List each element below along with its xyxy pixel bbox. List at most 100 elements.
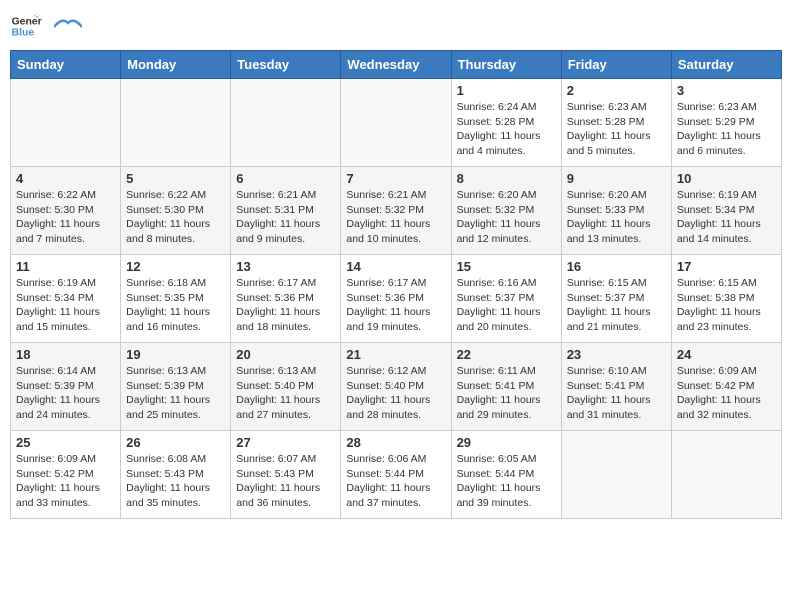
calendar-cell: 7Sunrise: 6:21 AM Sunset: 5:32 PM Daylig… — [341, 167, 451, 255]
calendar-cell: 2 Sunrise: 6:23 AM Sunset: 5:28 PM Daylig… — [561, 79, 671, 167]
day-number: 22 — [457, 347, 556, 362]
day-info: Sunrise: 6:23 AM Sunset: 5:28 PM Dayligh… — [567, 100, 666, 159]
weekday-header-sunday: Sunday — [11, 51, 121, 79]
day-number: 2 — [567, 83, 666, 98]
calendar-cell: 15 Sunrise: 6:16 AM Sunset: 5:37 PM Dayli… — [451, 255, 561, 343]
day-number: 26 — [126, 435, 225, 450]
day-info: Sunrise: 6:19 AM Sunset: 5:34 PM Dayligh… — [16, 276, 115, 335]
calendar-week-5: 25Sunrise: 6:09 AM Sunset: 5:42 PM Dayli… — [11, 431, 782, 519]
day-info: Sunrise: 6:15 AM Sunset: 5:37 PM Dayligh… — [567, 276, 666, 335]
day-info: Sunrise: 6:10 AM Sunset: 5:41 PM Dayligh… — [567, 364, 666, 423]
day-number: 23 — [567, 347, 666, 362]
day-info: Sunrise: 6:17 AM Sunset: 5:36 PM Dayligh… — [236, 276, 335, 335]
calendar-cell: 16 Sunrise: 6:15 AM Sunset: 5:37 PM Dayli… — [561, 255, 671, 343]
day-number: 20 — [236, 347, 335, 362]
calendar-cell — [341, 79, 451, 167]
day-info: Sunrise: 6:22 AM Sunset: 5:30 PM Dayligh… — [126, 188, 225, 247]
day-info: Sunrise: 6:18 AM Sunset: 5:35 PM Dayligh… — [126, 276, 225, 335]
day-number: 28 — [346, 435, 445, 450]
day-info: Sunrise: 6:17 AM Sunset: 5:36 PM Dayligh… — [346, 276, 445, 335]
day-info: Sunrise: 6:11 AM Sunset: 5:41 PM Dayligh… — [457, 364, 556, 423]
day-info: Sunrise: 6:09 AM Sunset: 5:42 PM Dayligh… — [677, 364, 776, 423]
day-info: Sunrise: 6:09 AM Sunset: 5:42 PM Dayligh… — [16, 452, 115, 511]
svg-text:General: General — [12, 16, 42, 27]
calendar-cell: 11 Sunrise: 6:19 AM Sunset: 5:34 PM Dayli… — [11, 255, 121, 343]
day-number: 3 — [677, 83, 776, 98]
day-info: Sunrise: 6:07 AM Sunset: 5:43 PM Dayligh… — [236, 452, 335, 511]
page-header: General Blue — [10, 10, 782, 42]
calendar-cell — [231, 79, 341, 167]
day-number: 15 — [457, 259, 556, 274]
day-info: Sunrise: 6:20 AM Sunset: 5:32 PM Dayligh… — [457, 188, 556, 247]
calendar-cell: 23 Sunrise: 6:10 AM Sunset: 5:41 PM Dayli… — [561, 343, 671, 431]
weekday-header-monday: Monday — [121, 51, 231, 79]
calendar-week-3: 11 Sunrise: 6:19 AM Sunset: 5:34 PM Dayli… — [11, 255, 782, 343]
weekday-header-friday: Friday — [561, 51, 671, 79]
day-info: Sunrise: 6:12 AM Sunset: 5:40 PM Dayligh… — [346, 364, 445, 423]
calendar-cell — [11, 79, 121, 167]
calendar-cell: 28 Sunrise: 6:06 AM Sunset: 5:44 PM Dayli… — [341, 431, 451, 519]
day-info: Sunrise: 6:13 AM Sunset: 5:40 PM Dayligh… — [236, 364, 335, 423]
calendar-cell: 26 Sunrise: 6:08 AM Sunset: 5:43 PM Dayli… — [121, 431, 231, 519]
calendar-cell: 10 Sunrise: 6:19 AM Sunset: 5:34 PM Dayli… — [671, 167, 781, 255]
day-info: Sunrise: 6:15 AM Sunset: 5:38 PM Dayligh… — [677, 276, 776, 335]
day-number: 16 — [567, 259, 666, 274]
day-number: 7 — [346, 171, 445, 186]
day-info: Sunrise: 6:08 AM Sunset: 5:43 PM Dayligh… — [126, 452, 225, 511]
day-number: 11 — [16, 259, 115, 274]
calendar-cell: 19 Sunrise: 6:13 AM Sunset: 5:39 PM Dayli… — [121, 343, 231, 431]
weekday-header-wednesday: Wednesday — [341, 51, 451, 79]
calendar-cell: 27 Sunrise: 6:07 AM Sunset: 5:43 PM Dayli… — [231, 431, 341, 519]
calendar-cell — [121, 79, 231, 167]
day-number: 1 — [457, 83, 556, 98]
calendar-cell: 29 Sunrise: 6:05 AM Sunset: 5:44 PM Dayli… — [451, 431, 561, 519]
day-info: Sunrise: 6:19 AM Sunset: 5:34 PM Dayligh… — [677, 188, 776, 247]
day-info: Sunrise: 6:20 AM Sunset: 5:33 PM Dayligh… — [567, 188, 666, 247]
calendar-cell: 25Sunrise: 6:09 AM Sunset: 5:42 PM Dayli… — [11, 431, 121, 519]
day-info: Sunrise: 6:16 AM Sunset: 5:37 PM Dayligh… — [457, 276, 556, 335]
weekday-header-tuesday: Tuesday — [231, 51, 341, 79]
calendar-cell: 1 Sunrise: 6:24 AM Sunset: 5:28 PM Daylig… — [451, 79, 561, 167]
calendar-cell: 21 Sunrise: 6:12 AM Sunset: 5:40 PM Dayli… — [341, 343, 451, 431]
weekday-header-thursday: Thursday — [451, 51, 561, 79]
day-info: Sunrise: 6:13 AM Sunset: 5:39 PM Dayligh… — [126, 364, 225, 423]
calendar-cell: 18Sunrise: 6:14 AM Sunset: 5:39 PM Dayli… — [11, 343, 121, 431]
weekday-header-row: SundayMondayTuesdayWednesdayThursdayFrid… — [11, 51, 782, 79]
day-number: 6 — [236, 171, 335, 186]
calendar-cell: 13 Sunrise: 6:17 AM Sunset: 5:36 PM Dayli… — [231, 255, 341, 343]
day-number: 8 — [457, 171, 556, 186]
calendar-cell: 6 Sunrise: 6:21 AM Sunset: 5:31 PM Daylig… — [231, 167, 341, 255]
logo-bird-icon — [54, 17, 82, 35]
day-info: Sunrise: 6:14 AM Sunset: 5:39 PM Dayligh… — [16, 364, 115, 423]
calendar-cell — [561, 431, 671, 519]
calendar-cell: 22 Sunrise: 6:11 AM Sunset: 5:41 PM Dayli… — [451, 343, 561, 431]
logo-icon: General Blue — [10, 10, 42, 42]
day-number: 29 — [457, 435, 556, 450]
calendar-cell: 20 Sunrise: 6:13 AM Sunset: 5:40 PM Dayli… — [231, 343, 341, 431]
day-number: 21 — [346, 347, 445, 362]
calendar-week-4: 18Sunrise: 6:14 AM Sunset: 5:39 PM Dayli… — [11, 343, 782, 431]
day-number: 9 — [567, 171, 666, 186]
calendar-week-2: 4 Sunrise: 6:22 AM Sunset: 5:30 PM Daylig… — [11, 167, 782, 255]
day-number: 4 — [16, 171, 115, 186]
weekday-header-saturday: Saturday — [671, 51, 781, 79]
day-number: 10 — [677, 171, 776, 186]
day-number: 13 — [236, 259, 335, 274]
logo: General Blue — [10, 10, 82, 42]
day-number: 14 — [346, 259, 445, 274]
day-number: 5 — [126, 171, 225, 186]
day-number: 27 — [236, 435, 335, 450]
calendar-cell: 4Sunrise: 6:22 AM Sunset: 5:30 PM Daylig… — [11, 167, 121, 255]
day-number: 19 — [126, 347, 225, 362]
calendar-week-1: 1 Sunrise: 6:24 AM Sunset: 5:28 PM Daylig… — [11, 79, 782, 167]
day-info: Sunrise: 6:24 AM Sunset: 5:28 PM Dayligh… — [457, 100, 556, 159]
calendar-cell: 5 Sunrise: 6:22 AM Sunset: 5:30 PM Daylig… — [121, 167, 231, 255]
day-number: 17 — [677, 259, 776, 274]
day-info: Sunrise: 6:06 AM Sunset: 5:44 PM Dayligh… — [346, 452, 445, 511]
calendar-cell: 3Sunrise: 6:23 AM Sunset: 5:29 PM Daylig… — [671, 79, 781, 167]
day-info: Sunrise: 6:05 AM Sunset: 5:44 PM Dayligh… — [457, 452, 556, 511]
calendar-body: 1 Sunrise: 6:24 AM Sunset: 5:28 PM Daylig… — [11, 79, 782, 519]
calendar-cell: 12Sunrise: 6:18 AM Sunset: 5:35 PM Dayli… — [121, 255, 231, 343]
day-info: Sunrise: 6:21 AM Sunset: 5:31 PM Dayligh… — [236, 188, 335, 247]
svg-text:Blue: Blue — [12, 28, 35, 39]
